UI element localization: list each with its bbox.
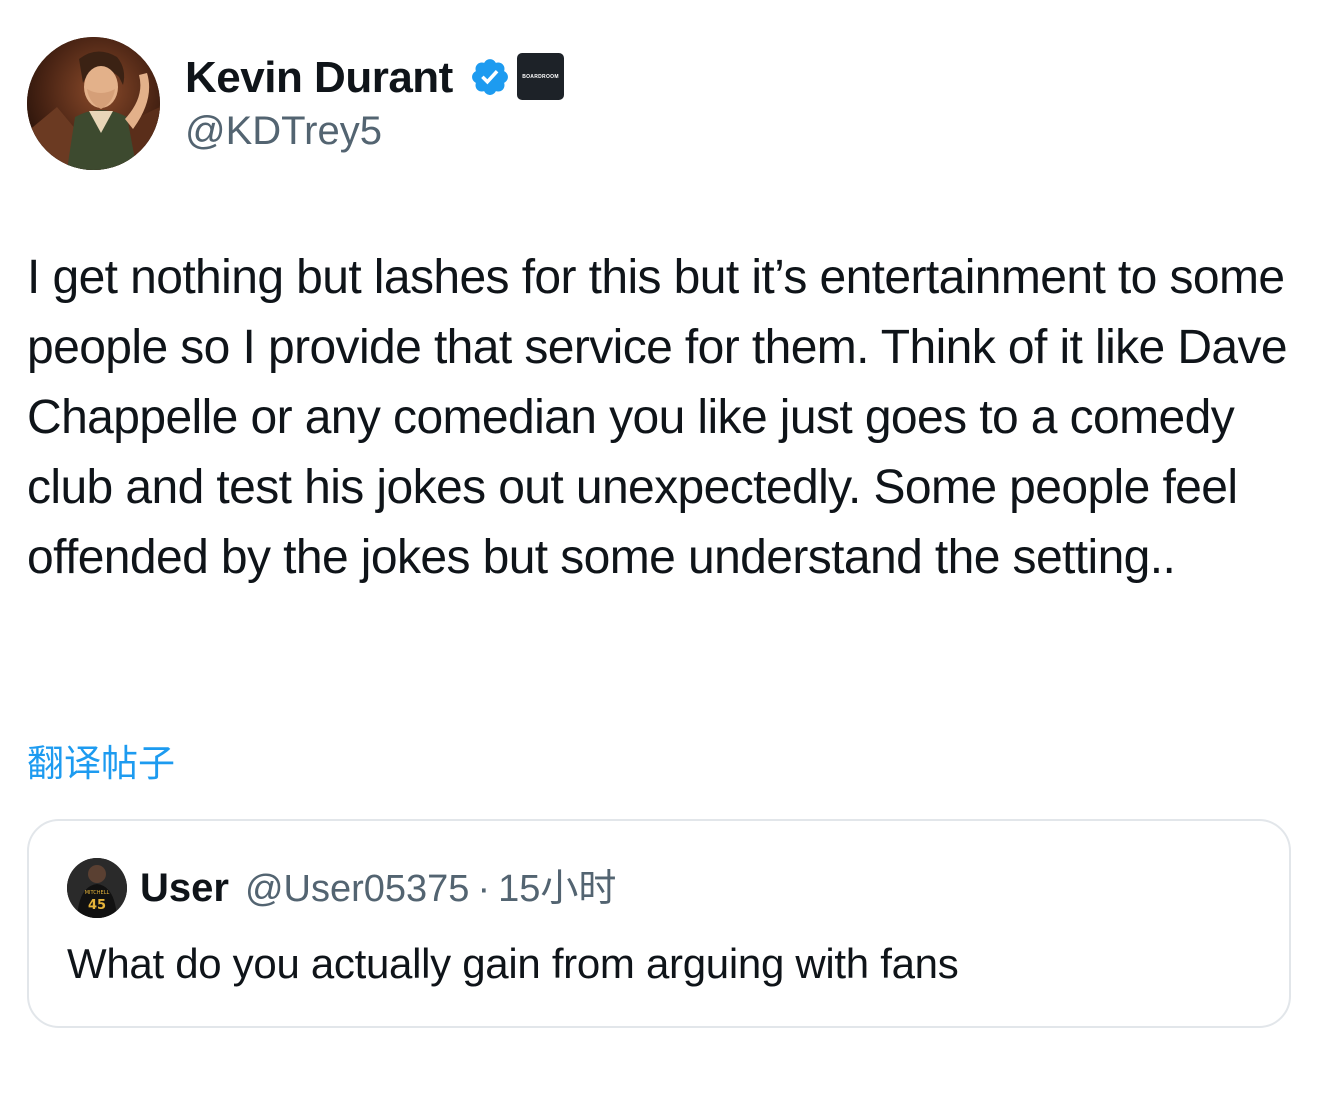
quoted-author-handle[interactable]: @User05375 (245, 864, 469, 914)
quoted-author-name[interactable]: User (140, 863, 229, 913)
quoted-tweet-time[interactable]: 15小时 (498, 864, 616, 914)
quoted-tweet-card[interactable]: 45 MITCHELL User @User05375 · 15小时 What … (27, 819, 1291, 1028)
author-avatar[interactable] (27, 37, 160, 170)
quoted-tweet-text: What do you actually gain from arguing w… (67, 940, 959, 987)
svg-text:MITCHELL: MITCHELL (85, 890, 110, 896)
affiliate-badge[interactable]: BOARDROOM (517, 53, 564, 100)
author-name[interactable]: Kevin Durant (185, 50, 453, 106)
verified-badge-icon (472, 59, 508, 95)
quoted-tweet-header: User @User05375 · 15小时 (140, 863, 616, 913)
author-handle[interactable]: @KDTrey5 (185, 105, 382, 157)
svg-text:45: 45 (88, 898, 106, 913)
header-separator: · (477, 868, 491, 910)
tweet-text: I get nothing but lashes for this but it… (27, 251, 1288, 584)
quoted-author-avatar[interactable]: 45 MITCHELL (67, 858, 127, 918)
affiliate-badge-label: BOARDROOM (522, 73, 559, 80)
translate-post-link[interactable]: 翻译帖子 (27, 738, 175, 790)
